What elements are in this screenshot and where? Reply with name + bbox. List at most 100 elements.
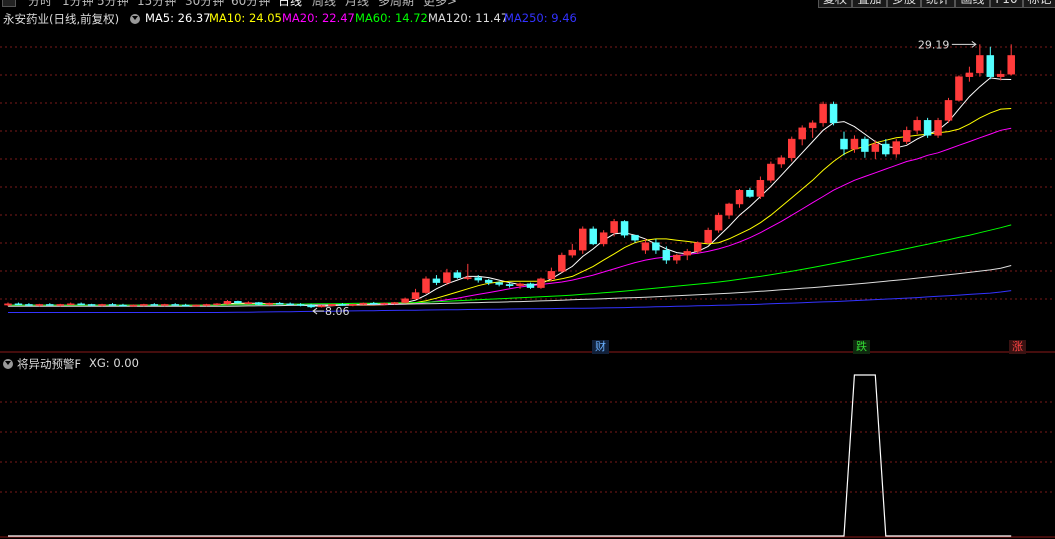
ma-line-ma5 bbox=[8, 77, 1012, 307]
candle-body bbox=[380, 302, 388, 305]
candle-body bbox=[119, 304, 127, 307]
candle-body bbox=[965, 72, 974, 77]
candle-body bbox=[453, 272, 462, 278]
dropdown-icon[interactable] bbox=[3, 359, 13, 369]
candle-body bbox=[202, 304, 211, 306]
candle-body bbox=[401, 298, 409, 303]
candle-body bbox=[767, 163, 775, 181]
candle-body bbox=[66, 303, 75, 306]
candle-body bbox=[620, 221, 629, 236]
candle-body bbox=[840, 138, 848, 150]
candle-body bbox=[714, 214, 723, 231]
candle-body bbox=[850, 138, 859, 150]
candle-body bbox=[631, 234, 639, 241]
candle-body bbox=[829, 103, 838, 124]
candle-body bbox=[944, 100, 953, 121]
high-price-label: 29.19 bbox=[918, 38, 950, 51]
candle-body bbox=[244, 302, 253, 304]
candle-body bbox=[819, 103, 827, 124]
candle-body bbox=[223, 301, 232, 305]
candle-body bbox=[77, 303, 85, 306]
candle-body bbox=[526, 283, 535, 288]
candle-body bbox=[913, 120, 921, 131]
xg-value: XG: 0.00 bbox=[89, 356, 139, 370]
candle-body bbox=[808, 122, 817, 129]
candle-body bbox=[735, 189, 744, 205]
candle-body bbox=[25, 304, 33, 306]
candle-body bbox=[108, 304, 117, 306]
event-marker-finance[interactable]: 财 bbox=[592, 340, 609, 354]
candle-body bbox=[516, 283, 524, 286]
ma-line-ma20 bbox=[8, 127, 1012, 306]
candle-body bbox=[46, 304, 54, 306]
candle-body bbox=[255, 302, 263, 305]
candle-body bbox=[1007, 55, 1015, 75]
candle-body bbox=[234, 301, 242, 304]
candle-body bbox=[610, 221, 618, 233]
candle-body bbox=[704, 229, 712, 243]
candle-body bbox=[181, 304, 190, 307]
low-price-label: 8.06 bbox=[325, 305, 350, 318]
candle-body bbox=[871, 143, 880, 152]
candle-body bbox=[923, 120, 932, 136]
candle-body bbox=[98, 304, 106, 306]
candle-body bbox=[537, 278, 545, 288]
candle-body bbox=[997, 73, 1005, 77]
candle-body bbox=[35, 304, 44, 306]
candle-body bbox=[798, 127, 806, 140]
candle-body bbox=[265, 302, 273, 305]
candle-body bbox=[87, 304, 96, 306]
candle-body bbox=[788, 138, 796, 159]
candle-body bbox=[411, 292, 420, 300]
candle-body bbox=[275, 302, 284, 305]
candle-body bbox=[777, 157, 786, 165]
ma-line-ma10 bbox=[8, 108, 1012, 306]
candle-body bbox=[662, 249, 671, 261]
candle-body bbox=[589, 228, 597, 245]
candle-body bbox=[756, 180, 765, 197]
candle-body bbox=[307, 304, 315, 308]
candle-body bbox=[56, 304, 64, 306]
candle-body bbox=[129, 304, 138, 307]
candle-body bbox=[579, 228, 587, 251]
candle-body bbox=[464, 277, 472, 279]
candle-body bbox=[902, 130, 911, 142]
candle-body bbox=[693, 242, 702, 252]
candle-body bbox=[14, 303, 23, 306]
candle-body bbox=[882, 143, 890, 155]
candle-body bbox=[192, 304, 200, 307]
candle-body bbox=[746, 189, 754, 197]
candle-body bbox=[495, 282, 503, 285]
candle-body bbox=[934, 120, 942, 136]
candle-body bbox=[4, 303, 12, 306]
candle-body bbox=[652, 242, 660, 251]
candle-body bbox=[861, 138, 869, 152]
candle-body bbox=[673, 254, 681, 261]
candle-body bbox=[370, 302, 378, 305]
candle-body bbox=[683, 251, 691, 256]
candle-body bbox=[547, 271, 556, 280]
candle-body bbox=[150, 304, 159, 306]
event-marker-rise[interactable]: 涨 bbox=[1009, 340, 1026, 354]
candle-body bbox=[505, 284, 514, 286]
candle-body bbox=[317, 305, 326, 308]
candle-body bbox=[432, 278, 441, 283]
candle-body bbox=[955, 76, 963, 101]
event-marker-fall[interactable]: 跌 bbox=[853, 340, 870, 354]
candle-body bbox=[725, 203, 733, 216]
candle-body bbox=[641, 242, 650, 251]
candle-body bbox=[892, 141, 900, 155]
candle-body bbox=[422, 278, 430, 293]
xg-signal-line bbox=[8, 374, 1012, 537]
price-chart[interactable]: 29.19 8.06 bbox=[0, 0, 1055, 539]
candle-body bbox=[171, 304, 179, 306]
candle-body bbox=[296, 304, 305, 306]
candle-body bbox=[558, 254, 566, 272]
indicator-title[interactable]: 将异动预警F bbox=[17, 356, 81, 372]
candle-body bbox=[359, 302, 368, 305]
candle-body bbox=[976, 55, 984, 74]
candle-body bbox=[140, 304, 148, 306]
candle-body bbox=[568, 249, 577, 256]
candle-body bbox=[161, 304, 169, 306]
candle-body bbox=[986, 55, 995, 77]
